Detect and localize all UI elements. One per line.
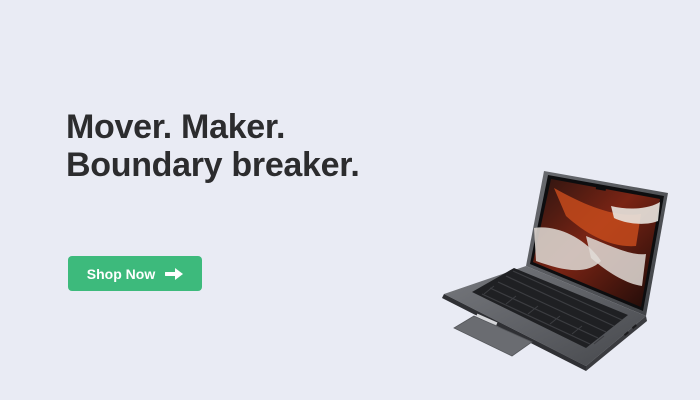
hero-banner: Mover. Maker. Boundary breaker. Shop Now	[0, 0, 700, 400]
headline-line-2: Boundary breaker.	[66, 146, 360, 184]
hero-headline: Mover. Maker. Boundary breaker.	[66, 108, 360, 184]
laptop-image	[442, 171, 668, 371]
shop-now-label: Shop Now	[86, 265, 156, 282]
shop-now-button[interactable]: Shop Now	[68, 256, 202, 291]
headline-line-1: Mover. Maker.	[66, 108, 286, 146]
arrow-right-icon	[165, 267, 184, 280]
